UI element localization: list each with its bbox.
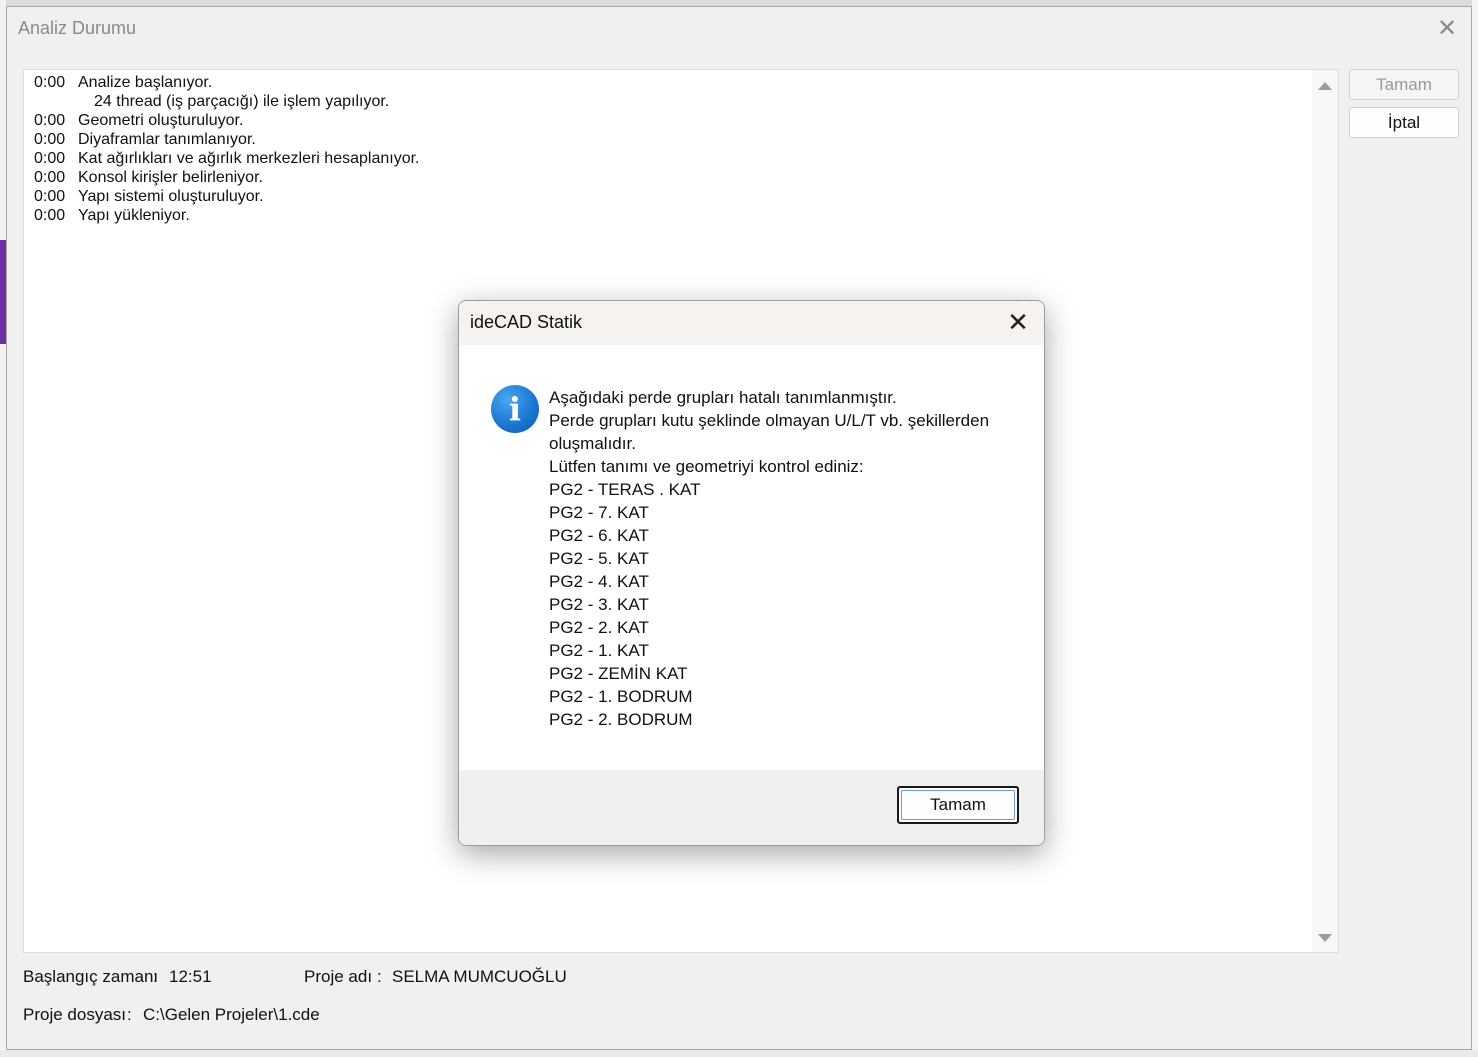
start-time-value: 12:51 (169, 967, 212, 986)
dialog-message-line: PG2 - 4. KAT (549, 572, 649, 591)
log-message: Konsol kirişler belirleniyor. (78, 169, 263, 186)
log-time: 0:00 (34, 188, 66, 205)
dialog-message-line: Perde grupları kutu şeklinde olmayan U/L… (549, 411, 990, 430)
log-line: 0:00 Geometri oluşturuluyor. (34, 111, 419, 130)
log-time: 0:00 (34, 74, 66, 91)
log-time: 0:00 (34, 207, 66, 224)
log-time: 0:00 (34, 131, 66, 148)
message-dialog: ideCAD Statik ✕ i Aşağıdaki perde grupla… (458, 300, 1045, 846)
project-name-separator: : (377, 967, 382, 986)
focus-outline (901, 790, 1015, 820)
project-name-value: SELMA MUMCUOĞLU (392, 967, 567, 986)
info-icon: i (491, 385, 539, 433)
log-line: 0:00 Konsol kirişler belirleniyor. (34, 168, 419, 187)
log-line: 0:00 Yapı sistemi oluşturuluyor. (34, 187, 419, 206)
dialog-message-line: PG2 - 1. KAT (549, 641, 649, 660)
log-lines: 0:00 Analize başlanıyor. 24 thread (iş par… (34, 73, 419, 225)
dialog-message-line: PG2 - 1. BODRUM (549, 687, 693, 706)
dialog-message-line: PG2 - ZEMİN KAT (549, 664, 688, 683)
ok-button-disabled: Tamam (1349, 69, 1459, 100)
start-time-label: Başlangıç zamanı (23, 967, 159, 986)
dialog-close-icon[interactable]: ✕ (1004, 308, 1032, 336)
log-message: Analize başlanıyor. (78, 74, 213, 91)
scroll-up-arrow-icon[interactable] (1318, 82, 1332, 90)
log-time: 0:00 (34, 112, 66, 129)
project-file-value: C:\Gelen Projeler\1.cde (143, 1005, 320, 1024)
log-message: Yapı yükleniyor. (78, 207, 190, 224)
close-icon[interactable]: ✕ (1433, 15, 1461, 43)
background-app-bottom (0, 1050, 1478, 1057)
log-scrollbar[interactable] (1312, 70, 1338, 952)
dialog-message-line: oluşmalıdır. (549, 434, 636, 453)
dialog-body: i Aşağıdaki perde grupları hatalı tanıml… (459, 345, 1044, 770)
dialog-message-line: PG2 - TERAS . KAT (549, 480, 701, 499)
dialog-title: ideCAD Statik (470, 312, 583, 332)
log-message: Geometri oluşturuluyor. (78, 112, 244, 129)
dialog-message: Aşağıdaki perde grupları hatalı tanımlan… (549, 386, 989, 731)
background-app-edge-right (1472, 0, 1478, 1057)
log-message: Diyaframlar tanımlanıyor. (78, 131, 256, 148)
log-line: 0:00 Yapı yükleniyor. (34, 206, 419, 225)
project-name-label: Proje adı (304, 967, 373, 986)
log-line: 0:00 Kat ağırlıkları ve ağırlık merkezler… (34, 149, 419, 168)
project-file-label: Proje dosyası (23, 1005, 126, 1024)
dialog-message-line: PG2 - 3. KAT (549, 595, 649, 614)
log-line: 0:00 Analize başlanıyor. (34, 73, 419, 92)
log-line: 0:00 Diyaframlar tanımlanıyor. (34, 130, 419, 149)
project-file-separator: : (127, 1005, 132, 1024)
dialog-message-line: PG2 - 2. BODRUM (549, 710, 693, 729)
dialog-footer: Tamam (459, 770, 1044, 845)
dialog-ok-button[interactable]: Tamam (897, 786, 1019, 824)
scroll-down-arrow-icon[interactable] (1318, 934, 1332, 942)
log-message: Kat ağırlıkları ve ağırlık merkezleri he… (78, 150, 420, 167)
log-line: 24 thread (iş parçacığı) ile işlem yapıl… (34, 92, 419, 111)
dialog-message-line: Lütfen tanımı ve geometriyi kontrol edin… (549, 457, 864, 476)
log-message: 24 thread (iş parçacığı) ile işlem yapıl… (94, 93, 390, 110)
cancel-button[interactable]: İptal (1349, 107, 1459, 138)
dialog-message-line: PG2 - 7. KAT (549, 503, 649, 522)
dialog-titlebar[interactable]: ideCAD Statik ✕ (459, 301, 1044, 345)
dialog-message-line: Aşağıdaki perde grupları hatalı tanımlan… (549, 388, 897, 407)
log-time: 0:00 (34, 150, 66, 167)
window-titlebar[interactable]: Analiz Durumu ✕ (7, 7, 1471, 51)
dialog-message-line: PG2 - 6. KAT (549, 526, 649, 545)
dialog-message-line: PG2 - 5. KAT (549, 549, 649, 568)
window-title: Analiz Durumu (18, 18, 137, 38)
log-time: 0:00 (34, 169, 66, 186)
dialog-message-line: PG2 - 2. KAT (549, 618, 649, 637)
log-message: Yapı sistemi oluşturuluyor. (78, 188, 264, 205)
start-time-separator: : (153, 967, 158, 986)
